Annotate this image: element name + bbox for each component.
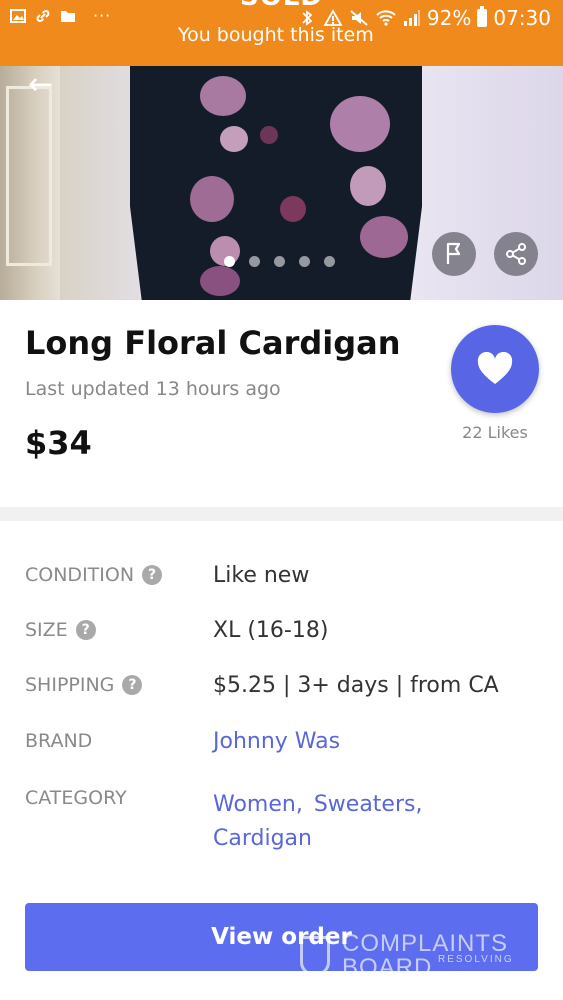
shipping-label: SHIPPING ? xyxy=(25,674,143,696)
pager-dot[interactable] xyxy=(274,256,285,267)
heart-icon xyxy=(477,352,513,384)
category-link-sweaters[interactable]: Sweaters, xyxy=(314,792,423,817)
battery-percent: 92% xyxy=(426,6,472,30)
share-button[interactable] xyxy=(494,232,538,276)
likes-count: 22 Likes xyxy=(462,423,528,442)
condition-label: CONDITION ? xyxy=(25,564,163,586)
wifi-icon xyxy=(376,10,396,26)
folder-icon xyxy=(61,11,75,22)
category-links: Women, Sweaters, Cardigan xyxy=(213,788,493,856)
brand-label-text: BRAND xyxy=(25,730,93,752)
shipping-value: $5.25 | 3+ days | from CA xyxy=(213,673,499,698)
last-updated: Last updated 13 hours ago xyxy=(25,378,281,400)
pager-dot[interactable] xyxy=(249,256,260,267)
brand-link[interactable]: Johnny Was xyxy=(213,729,340,754)
gallery-pager[interactable] xyxy=(224,256,335,267)
shipping-label-text: SHIPPING xyxy=(25,674,115,696)
category-label: CATEGORY xyxy=(25,787,127,809)
condition-help-icon[interactable]: ? xyxy=(142,565,163,585)
status-icons-left: ··· xyxy=(10,8,111,24)
flag-icon xyxy=(446,242,461,264)
product-price: $34 xyxy=(25,424,92,462)
condition-value: Like new xyxy=(213,563,310,588)
sold-banner: SOLD ··· 92% 07:30 You bought this item xyxy=(0,0,563,66)
bought-message: You bought this item xyxy=(178,24,374,46)
report-button[interactable] xyxy=(432,232,476,276)
battery-icon xyxy=(477,6,488,27)
back-arrow-icon[interactable]: ← xyxy=(28,70,53,100)
share-icon xyxy=(506,243,526,265)
size-label: SIZE ? xyxy=(25,619,96,641)
size-help-icon[interactable]: ? xyxy=(75,620,96,640)
category-link-women[interactable]: Women, xyxy=(213,792,303,817)
clock: 07:30 xyxy=(493,6,551,30)
signal-icon xyxy=(403,10,420,26)
condition-label-text: CONDITION xyxy=(25,564,135,586)
category-label-text: CATEGORY xyxy=(25,787,127,809)
product-photo[interactable]: ← xyxy=(0,66,563,300)
category-link-cardigan[interactable]: Cardigan xyxy=(213,826,312,851)
shipping-help-icon[interactable]: ? xyxy=(122,675,143,695)
gallery-icon xyxy=(10,9,26,23)
size-value: XL (16-18) xyxy=(213,618,329,643)
product-title: Long Floral Cardigan xyxy=(25,324,401,362)
size-label-text: SIZE xyxy=(25,619,68,641)
status-overflow: ··· xyxy=(93,6,112,25)
brand-label: BRAND xyxy=(25,730,92,752)
view-order-button[interactable]: View order xyxy=(25,903,538,971)
pager-dot[interactable] xyxy=(324,256,335,267)
link-icon xyxy=(36,10,50,22)
pager-dot[interactable] xyxy=(224,256,235,267)
section-divider xyxy=(0,507,563,521)
pager-dot[interactable] xyxy=(299,256,310,267)
like-button[interactable] xyxy=(451,325,539,413)
